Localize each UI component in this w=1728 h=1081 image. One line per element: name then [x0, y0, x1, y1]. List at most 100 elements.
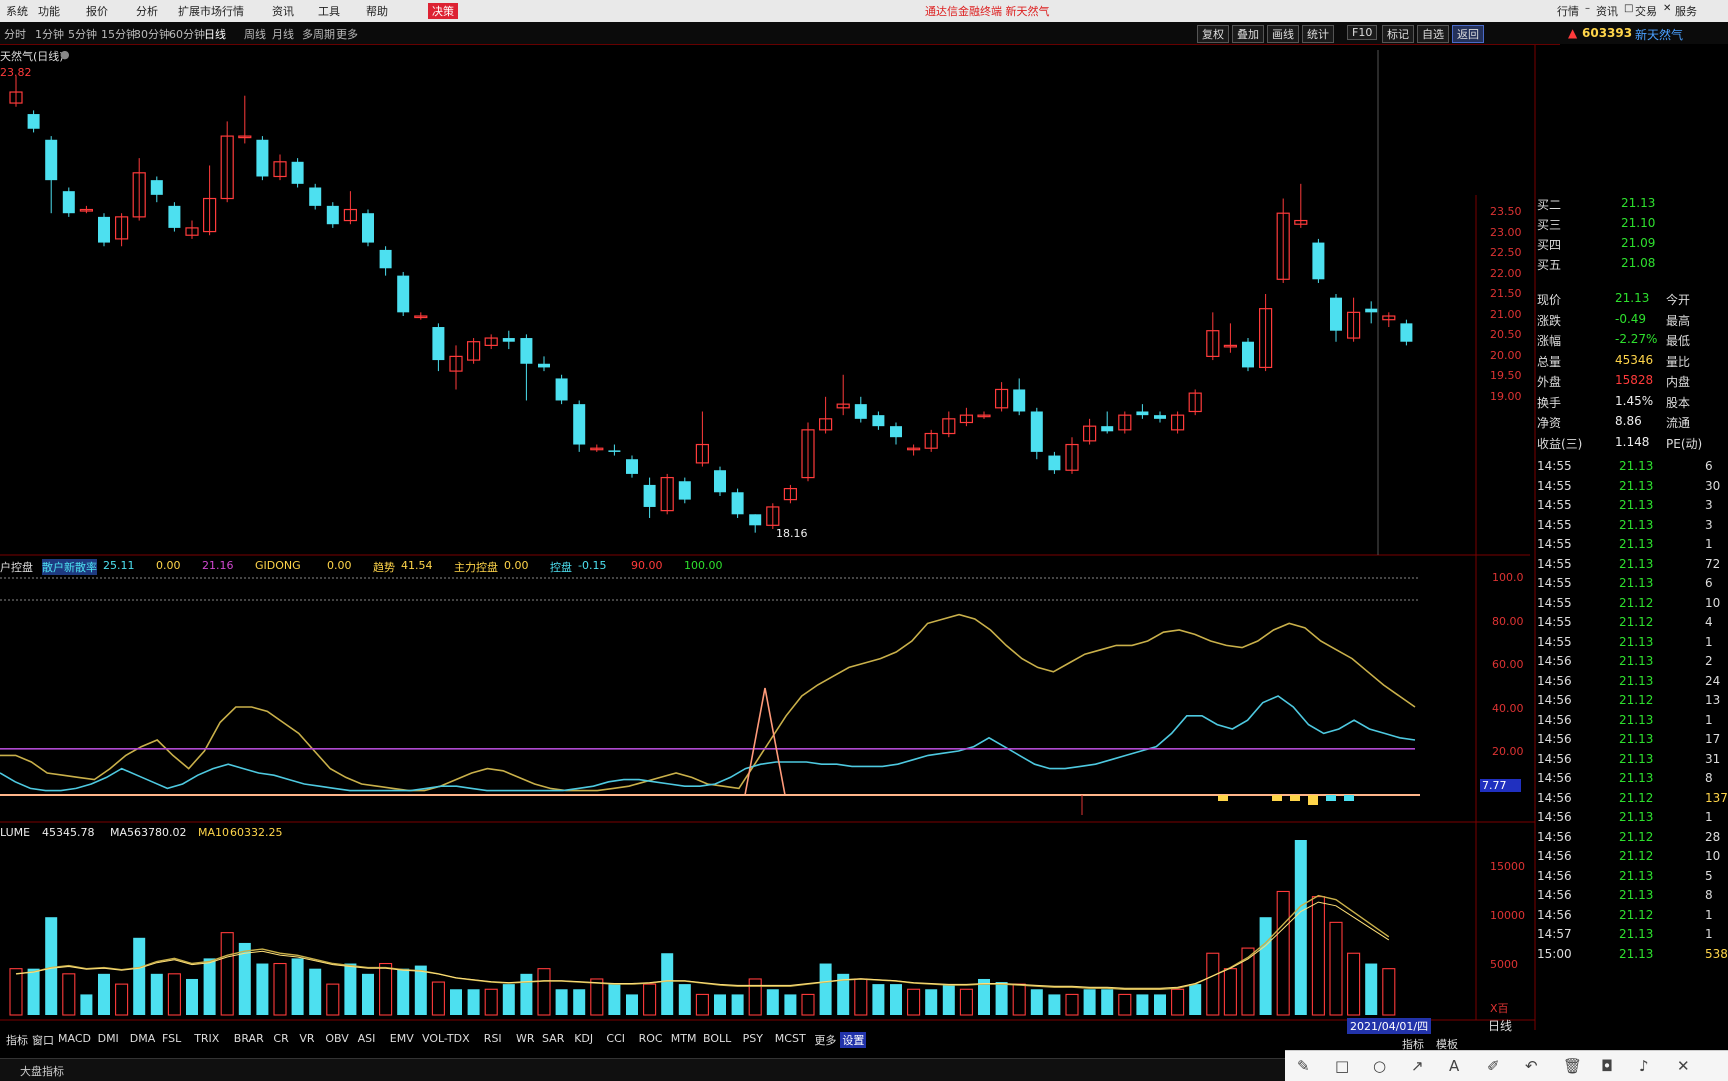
indicator-tab-1[interactable]: 窗口	[32, 1032, 54, 1048]
indicator-tab-16[interactable]: SAR	[542, 1032, 564, 1045]
tick-price: 21.12	[1619, 849, 1654, 863]
tick-volume: 17	[1705, 732, 1721, 746]
tick-price: 21.13	[1619, 517, 1654, 532]
indicator-axis-label: 100.0	[1492, 571, 1524, 584]
rect-icon[interactable]: □	[1335, 1057, 1349, 1075]
tick-row: 14:55 21.12 4	[1535, 614, 1728, 633]
volume-bar	[925, 989, 938, 1015]
indicator-tab-22[interactable]: PSY	[743, 1032, 763, 1045]
buy-label: 买二	[1537, 198, 1562, 212]
tick-time: 14:55	[1537, 537, 1572, 551]
circle-icon[interactable]: ○	[1373, 1057, 1386, 1075]
indicator-tab-11[interactable]: ASI	[358, 1032, 376, 1045]
indicator-tab-10[interactable]: OBV	[325, 1032, 348, 1045]
drawing-toolbar: ✎ □ ○ ↗ A ✐ ↶ 🗑 ◘ ♪ ✕	[1285, 1050, 1728, 1081]
volume-axis-label: 5000	[1490, 958, 1518, 971]
tick-row: 14:56 21.12 10	[1535, 848, 1728, 867]
camera-icon[interactable]: ◘	[1601, 1057, 1613, 1075]
candle-body	[608, 450, 621, 452]
tick-price: 21.13	[1619, 732, 1654, 746]
indicator-tab-5[interactable]: FSL	[162, 1032, 181, 1045]
indicator-spike	[744, 687, 786, 796]
stat-row: 涨幅 -2.27% 最低	[1535, 331, 1728, 349]
volume-bar	[907, 988, 921, 1016]
indicator-tab-24[interactable]: 更多	[814, 1032, 836, 1048]
indicator-tab-8[interactable]: CR	[273, 1032, 288, 1045]
candle-body	[1365, 308, 1378, 313]
tick-time: 14:56	[1537, 673, 1572, 688]
indicator-tab-14[interactable]: RSI	[484, 1032, 502, 1045]
candle-body	[397, 275, 410, 313]
candle-body	[1136, 411, 1149, 416]
stat-label: 涨跌	[1537, 313, 1562, 328]
buy-label: 买四	[1537, 238, 1562, 252]
volume-name: LUME	[0, 826, 31, 839]
tab-daily[interactable]: 日线	[1488, 1017, 1512, 1034]
tick-row: 14:55 21.13 3	[1535, 517, 1728, 536]
indicator-tab-9[interactable]: VR	[299, 1032, 314, 1045]
tick-price: 21.13	[1619, 927, 1654, 941]
tick-time: 14:55	[1537, 595, 1572, 610]
indicator-item-label: GIDONG	[255, 559, 301, 572]
price-axis-label: 20.00	[1490, 348, 1522, 362]
indicator-tab-18[interactable]: CCI	[606, 1032, 625, 1045]
buy-label: 买五	[1537, 258, 1562, 272]
indicator-tab-20[interactable]: MTM	[671, 1032, 697, 1045]
indicator-tab-3[interactable]: DMI	[98, 1032, 119, 1045]
close-icon[interactable]: ✕	[1677, 1057, 1690, 1075]
volume-bar	[133, 937, 146, 1015]
price-axis-label: 23.50	[1490, 205, 1522, 218]
stat-label: 收益(三)	[1537, 436, 1583, 451]
indicator-tab-17[interactable]: KDJ	[574, 1032, 593, 1045]
tick-time: 14:56	[1537, 654, 1572, 668]
chart-canvas[interactable]	[0, 0, 1728, 1080]
stat-label: 总量	[1537, 354, 1562, 369]
tick-volume: 24	[1705, 673, 1721, 688]
tick-row: 14:57 21.13 1	[1535, 926, 1728, 945]
tick-price: 21.13	[1619, 751, 1654, 766]
indicator-tab-12[interactable]: EMV	[390, 1032, 414, 1045]
tick-time: 14:55	[1537, 498, 1572, 512]
delete-icon[interactable]: 🗑	[1563, 1057, 1582, 1075]
candle-body	[256, 139, 269, 177]
volume-bar	[62, 973, 76, 1016]
indicator-tab-2[interactable]: MACD	[58, 1032, 91, 1045]
volume-bar	[959, 988, 973, 1016]
indicator-item-label: 散户新散率	[42, 559, 97, 575]
indicator-tab-19[interactable]: ROC	[639, 1032, 663, 1045]
indicator-signal-bar	[1272, 795, 1282, 801]
stat-value: -2.27%	[1615, 332, 1658, 346]
volume-bar	[467, 989, 480, 1015]
indicator-tab-13[interactable]: VOL-TDX	[422, 1032, 470, 1045]
volume-bar	[1030, 989, 1043, 1015]
indicator-signal-bar	[1290, 795, 1300, 801]
arrow-icon[interactable]: ↗	[1411, 1057, 1424, 1075]
indicator-tab-4[interactable]: DMA	[130, 1032, 156, 1045]
stat-label: 现价	[1537, 293, 1562, 307]
price-axis-label: 21.50	[1490, 287, 1522, 300]
volume-bar	[450, 989, 462, 1015]
indicator-tab-0[interactable]: 指标	[6, 1032, 28, 1048]
indicator-tab-25[interactable]: 设置	[840, 1032, 867, 1048]
indicator-tab-15[interactable]: WR	[516, 1032, 535, 1045]
volume-bar	[942, 984, 955, 1015]
indicator-tab-21[interactable]: BOLL	[703, 1032, 731, 1045]
marker-icon[interactable]: ✐	[1487, 1057, 1500, 1075]
pen-icon[interactable]: ✎	[1297, 1057, 1310, 1075]
volume-bar	[1206, 952, 1220, 1016]
text-icon[interactable]: A	[1449, 1057, 1459, 1075]
volume-bar	[220, 932, 234, 1016]
tick-row: 14:56 21.13 2	[1535, 653, 1728, 672]
indicator-tab-7[interactable]: BRAR	[234, 1032, 264, 1045]
tick-row: 14:56 21.12 13	[1535, 692, 1728, 711]
tick-row: 14:56 21.13 8	[1535, 770, 1728, 789]
indicator-tab-6[interactable]: TRIX	[194, 1032, 219, 1045]
stat-label: 涨幅	[1537, 334, 1562, 348]
tick-price: 21.12	[1619, 829, 1654, 844]
indicator-tab-23[interactable]: MCST	[775, 1032, 806, 1045]
indicator-item-value: 90.00	[631, 559, 663, 572]
undo-icon[interactable]: ↶	[1525, 1057, 1538, 1075]
tick-row: 14:55 21.13 6	[1535, 458, 1728, 477]
buy-price: 21.13	[1621, 196, 1656, 210]
mic-icon[interactable]: ♪	[1639, 1057, 1649, 1075]
